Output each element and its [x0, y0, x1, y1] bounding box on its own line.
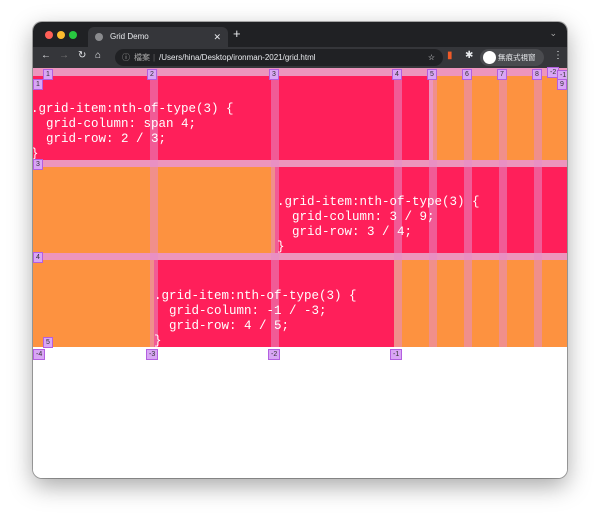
minimize-window-button[interactable]	[57, 31, 65, 39]
home-icon[interactable]: ⌂	[95, 50, 101, 61]
grid-line-label: 4	[33, 252, 43, 263]
grid-item	[468, 76, 503, 160]
grid-line-label: 1	[43, 69, 53, 80]
url-text: /Users/hina/Desktop/ironman-2021/grid.ht…	[159, 53, 316, 62]
menu-icon[interactable]: ⋮	[553, 50, 563, 61]
url-prefix: 檔案	[134, 53, 150, 62]
grid-line-label: 5	[427, 69, 437, 80]
star-icon[interactable]: ☆	[428, 49, 435, 66]
code-line: grid-column: -1 / -3;	[154, 304, 327, 318]
profile-button[interactable]: 無痕式視窗	[480, 49, 544, 66]
close-tab-icon[interactable]: ✕	[213, 27, 221, 47]
code-line: }	[277, 240, 285, 254]
grid-line-label: 5	[43, 337, 53, 348]
code-line: .grid-item:nth-of-type(3) {	[33, 102, 234, 116]
reload-icon[interactable]: ↻	[78, 50, 86, 61]
code-line: grid-row: 4 / 5;	[154, 319, 290, 333]
back-icon[interactable]: ←	[41, 50, 51, 61]
grid-line-label: 3	[33, 159, 43, 170]
grid-line-label: 6	[462, 69, 472, 80]
grid-line-label: 3	[269, 69, 279, 80]
grid-item	[433, 76, 468, 160]
maximize-window-button[interactable]	[69, 31, 77, 39]
browser-window: Grid Demo ✕ + ⌄ ← → ↻ ⌂ ⓘ 檔案 | /Users/hi…	[33, 22, 567, 478]
code-line: .grid-item:nth-of-type(3) {	[154, 289, 357, 303]
grid-line-label: 7	[497, 69, 507, 80]
code-line: grid-column: span 4;	[33, 117, 197, 131]
incognito-icon	[483, 51, 496, 64]
grid-line-label: -3	[146, 349, 159, 360]
grid-column-gap	[499, 68, 507, 347]
css-code-item_b: .grid-item:nth-of-type(3) { grid-column:…	[277, 195, 480, 255]
grid-item	[33, 260, 154, 347]
css-code-item_a: .grid-item:nth-of-type(3) { grid-column:…	[33, 102, 234, 162]
tab-title: Grid Demo	[110, 32, 149, 41]
new-tab-button[interactable]: +	[233, 26, 241, 41]
grid-line-label: 9	[557, 79, 567, 90]
grid-line-label: 8	[532, 69, 542, 80]
toolbar: ← → ↻ ⌂ ⓘ 檔案 | /Users/hina/Desktop/ironm…	[33, 47, 567, 68]
grid-item	[503, 76, 538, 160]
grid-row-gap	[33, 68, 567, 76]
tab-grid-demo[interactable]: Grid Demo ✕	[88, 27, 228, 47]
puzzle-icon[interactable]: ✱	[465, 50, 473, 61]
close-window-button[interactable]	[45, 31, 53, 39]
forward-icon[interactable]: →	[59, 50, 69, 61]
code-line: }	[33, 147, 234, 162]
grid-column-gap	[534, 68, 542, 347]
css-code-item_c: .grid-item:nth-of-type(3) { grid-column:…	[154, 289, 357, 349]
code-line: grid-column: 3 / 9;	[277, 210, 435, 224]
extension-icon[interactable]: ▮	[447, 50, 453, 61]
globe-icon	[95, 33, 103, 41]
grid-line-label: -1	[390, 349, 403, 360]
code-line: }	[154, 334, 162, 348]
code-line: grid-row: 3 / 4;	[277, 225, 413, 239]
grid-line-label: -4	[33, 349, 46, 360]
grid-line-label: 4	[392, 69, 402, 80]
address-bar[interactable]: ⓘ 檔案 | /Users/hina/Desktop/ironman-2021/…	[115, 49, 443, 66]
grid-line-label: 1	[33, 79, 43, 90]
info-icon: ⓘ	[122, 53, 130, 62]
code-line: grid-row: 2 / 3;	[33, 132, 167, 146]
chevron-down-icon[interactable]: ⌄	[549, 28, 557, 39]
code-line: .grid-item:nth-of-type(3) {	[277, 195, 480, 209]
grid-line-label: 2	[147, 69, 157, 80]
page-content: .grid-item:nth-of-type(3) { grid-column:…	[33, 67, 567, 478]
tab-bar: Grid Demo ✕ + ⌄	[33, 22, 567, 47]
grid-container: .grid-item:nth-of-type(3) { grid-column:…	[33, 67, 567, 360]
profile-label: 無痕式視窗	[498, 53, 536, 62]
grid-line-label: -2	[268, 349, 281, 360]
